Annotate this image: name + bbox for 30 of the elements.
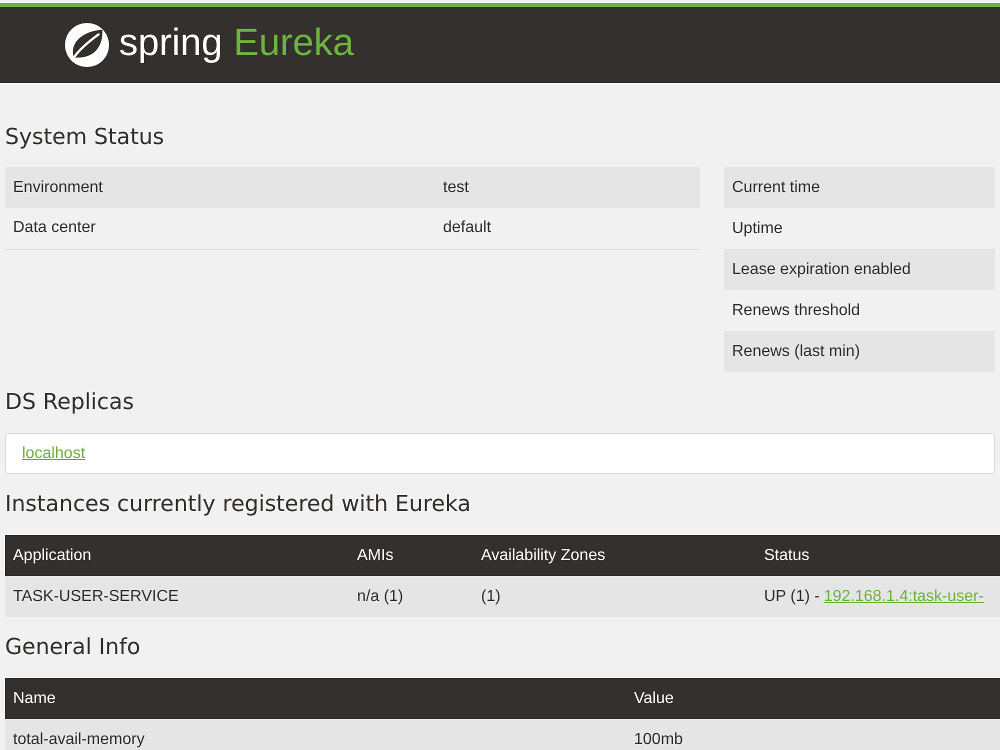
leaf-logo-icon: [64, 22, 110, 68]
table-cell: 100mb: [626, 719, 1000, 750]
replica-link[interactable]: localhost: [22, 444, 86, 462]
table-cell: Uptime: [724, 208, 995, 249]
section-heading: DS Replicas: [5, 389, 135, 417]
column-header: Application: [5, 535, 349, 576]
table-cell: Data center: [5, 208, 435, 249]
table-cell: TASK-USER-SERVICE: [5, 576, 349, 617]
brand-name: spring: [119, 24, 222, 66]
column-header: Value: [626, 678, 1000, 719]
column-header: Name: [5, 678, 626, 719]
column-header: AMIs: [349, 535, 473, 576]
table-cell: Environment: [5, 167, 435, 208]
section-heading: System Status: [5, 124, 166, 152]
table-cell: n/a (1): [349, 576, 473, 617]
table-cell: Renews threshold: [724, 290, 995, 331]
section-heading: General Info: [5, 634, 142, 662]
column-header: Status: [756, 535, 1000, 576]
instance-link[interactable]: 192.168.1.4:task-user-: [824, 588, 984, 604]
column-header: Availability Zones: [473, 535, 756, 576]
table-cell: Renews (last min): [724, 331, 995, 372]
table-cell: test: [435, 167, 700, 208]
section-heading: Instances currently registered with Eureka: [5, 491, 472, 519]
table-cell: Current time: [724, 167, 995, 208]
product-name: Eureka: [234, 24, 354, 66]
table-cell: Lease expiration enabled: [724, 249, 995, 290]
table-cell: (1): [473, 576, 756, 617]
status-text: UP (1) -: [764, 588, 820, 604]
table-cell: total-avail-memory: [5, 719, 626, 750]
table-cell: default: [435, 208, 700, 249]
